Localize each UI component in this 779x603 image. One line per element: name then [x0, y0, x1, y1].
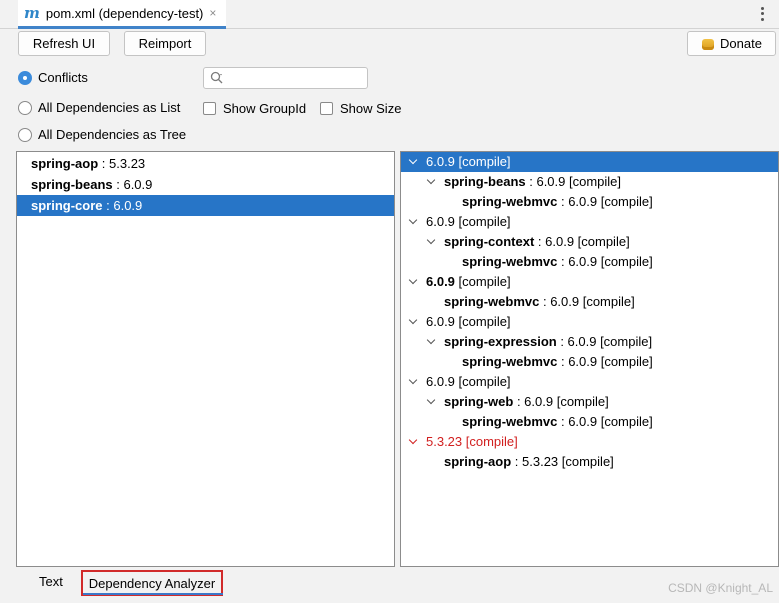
active-tab-indicator: [83, 593, 223, 595]
conflicts-list-panel: spring-aop : 5.3.23 spring-beans : 6.0.9…: [16, 151, 395, 567]
artifact-name: spring-aop: [31, 156, 99, 171]
node-version: [compile]: [454, 274, 511, 289]
node-version: : 6.0.9 [compile]: [557, 414, 653, 429]
tree-node[interactable]: spring-webmvc : 6.0.9 [compile]: [401, 292, 778, 312]
tree-node-conflict[interactable]: 5.3.23 [compile]: [401, 432, 778, 452]
tree-node[interactable]: 6.0.9 [compile]: [401, 312, 778, 332]
search-icon: [210, 71, 223, 84]
node-artifact: 6.0.9: [426, 274, 455, 289]
node-version: : 6.0.9 [compile]: [513, 394, 609, 409]
show-groupid-checkbox[interactable]: Show GroupId: [203, 101, 306, 116]
artifact-version: : 5.3.23: [98, 156, 146, 171]
chevron-down-icon[interactable]: [407, 372, 419, 392]
show-size-checkbox[interactable]: Show Size: [320, 101, 401, 116]
chevron-down-icon[interactable]: [425, 232, 437, 252]
node-version: : 6.0.9 [compile]: [534, 234, 630, 249]
tree-label: All Dependencies as Tree: [38, 127, 187, 142]
node-artifact: spring-aop: [444, 454, 512, 469]
donate-label: Donate: [720, 36, 762, 51]
node-artifact: spring-webmvc: [444, 294, 540, 309]
node-artifact: spring-web: [444, 394, 514, 409]
list-item[interactable]: spring-beans : 6.0.9: [17, 174, 394, 195]
node-label: 6.0.9 [compile]: [426, 314, 511, 329]
maven-file-icon: m: [24, 4, 40, 22]
node-label: 6.0.9 [compile]: [426, 154, 511, 169]
artifact-name: spring-beans: [31, 177, 113, 192]
node-version: : 5.3.23 [compile]: [511, 454, 614, 469]
tree-node[interactable]: spring-webmvc : 6.0.9 [compile]: [401, 192, 778, 212]
dependency-tree-panel: 6.0.9 [compile] spring-beans : 6.0.9 [co…: [400, 151, 779, 567]
tree-node[interactable]: 6.0.9 [compile]: [401, 212, 778, 232]
tree-node[interactable]: spring-webmvc : 6.0.9 [compile]: [401, 412, 778, 432]
radio-dot: [18, 127, 32, 142]
tab-text[interactable]: Text: [39, 570, 63, 596]
node-label: 6.0.9 [compile]: [426, 374, 511, 389]
tree-node[interactable]: spring-context : 6.0.9 [compile]: [401, 232, 778, 252]
node-version: : 6.0.9 [compile]: [539, 294, 635, 309]
conflicts-label: Conflicts: [38, 70, 88, 85]
chevron-down-icon[interactable]: [425, 332, 437, 352]
radio-dot: [18, 100, 32, 115]
list-item[interactable]: spring-aop : 5.3.23: [17, 153, 394, 174]
node-artifact: spring-webmvc: [462, 414, 558, 429]
chevron-down-icon[interactable]: [407, 272, 419, 292]
search-field[interactable]: [203, 67, 368, 89]
tree-node[interactable]: spring-aop : 5.3.23 [compile]: [401, 452, 778, 472]
node-artifact: spring-expression: [444, 334, 557, 349]
tab-title: pom.xml (dependency-test): [45, 5, 204, 21]
tree-node[interactable]: spring-web : 6.0.9 [compile]: [401, 392, 778, 412]
all-dependencies-list-radio[interactable]: All Dependencies as List: [18, 100, 180, 115]
conflicts-radio[interactable]: Conflicts: [18, 70, 88, 85]
list-label: All Dependencies as List: [38, 100, 181, 115]
node-version: : 6.0.9 [compile]: [557, 194, 653, 209]
list-item-selected[interactable]: spring-core : 6.0.9: [17, 195, 394, 216]
checkbox-box: [203, 102, 216, 115]
node-label: 6.0.9 [compile]: [426, 214, 511, 229]
close-icon[interactable]: ×: [209, 6, 216, 20]
node-label: 5.3.23 [compile]: [426, 434, 518, 449]
tree-node[interactable]: 6.0.9 [compile]: [401, 152, 778, 172]
tree-node[interactable]: spring-expression : 6.0.9 [compile]: [401, 332, 778, 352]
chevron-down-icon[interactable]: [407, 432, 419, 452]
refresh-ui-button[interactable]: Refresh UI: [18, 31, 110, 56]
node-artifact: spring-webmvc: [462, 254, 558, 269]
node-version: : 6.0.9 [compile]: [525, 174, 622, 189]
tree-node[interactable]: spring-webmvc : 6.0.9 [compile]: [401, 352, 778, 372]
artifact-version: : 6.0.9: [102, 198, 143, 213]
node-version: : 6.0.9 [compile]: [557, 254, 653, 269]
watermark: CSDN @Knight_AL: [668, 581, 773, 595]
show-groupid-label: Show GroupId: [223, 101, 307, 116]
chevron-down-icon[interactable]: [407, 212, 419, 232]
node-artifact: spring-context: [444, 234, 535, 249]
checkbox-box: [320, 102, 333, 115]
tree-node[interactable]: 6.0.9 [compile]: [401, 372, 778, 392]
editor-tab-strip: m pom.xml (dependency-test) ×: [0, 0, 779, 29]
tree-node[interactable]: spring-webmvc : 6.0.9 [compile]: [401, 252, 778, 272]
chevron-down-icon[interactable]: [407, 152, 419, 172]
more-options-icon[interactable]: [759, 6, 765, 22]
chevron-down-icon[interactable]: [425, 392, 437, 412]
node-version: : 6.0.9 [compile]: [556, 334, 653, 349]
node-version: : 6.0.9 [compile]: [557, 354, 653, 369]
node-artifact: spring-webmvc: [462, 354, 558, 369]
chevron-down-icon[interactable]: [407, 312, 419, 332]
donate-button[interactable]: Donate: [687, 31, 776, 56]
coins-icon: [701, 37, 715, 51]
node-artifact: spring-webmvc: [462, 194, 558, 209]
tree-node[interactable]: 6.0.9 [compile]: [401, 272, 778, 292]
artifact-version: : 6.0.9: [112, 177, 153, 192]
chevron-down-icon[interactable]: [425, 172, 437, 192]
radio-dot: [18, 70, 32, 85]
show-size-label: Show Size: [340, 101, 402, 116]
tree-node[interactable]: spring-beans : 6.0.9 [compile]: [401, 172, 778, 192]
all-dependencies-tree-radio[interactable]: All Dependencies as Tree: [18, 127, 186, 142]
search-input[interactable]: [228, 71, 367, 85]
reimport-button[interactable]: Reimport: [124, 31, 206, 56]
bottom-tab-bar: Text Dependency Analyzer: [0, 570, 779, 603]
node-artifact: spring-beans: [444, 174, 526, 189]
artifact-name: spring-core: [31, 198, 103, 213]
tab-pom-xml[interactable]: m pom.xml (dependency-test) ×: [18, 0, 226, 29]
